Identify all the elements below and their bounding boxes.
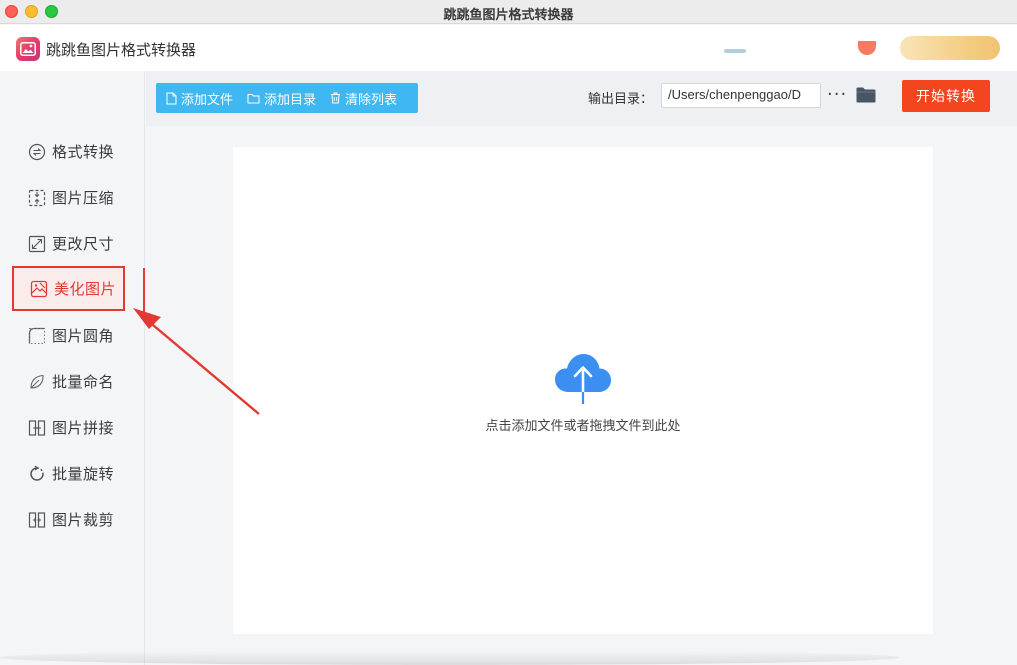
clear-list-label: 清除列表 [345, 92, 398, 108]
trash-icon [331, 92, 341, 104]
annotation-arrow-icon [133, 308, 260, 415]
sidebar-item-label: 批量旋转 [52, 465, 115, 483]
drop-zone-hint: 点击添加文件或者拖拽文件到此处 [485, 419, 681, 434]
header-decoration [724, 49, 746, 53]
output-dir-field[interactable]: /Users/chenpenggao/D [661, 83, 821, 108]
resize-icon [28, 235, 46, 253]
swap-circle-icon [28, 143, 46, 161]
file-icon [166, 92, 177, 104]
app-header: 跳跳鱼图片格式转换器 [0, 25, 1017, 71]
sidebar-item-stitch[interactable]: 图片拼接 [12, 405, 125, 450]
rotate-icon [28, 465, 46, 483]
beautify-image-icon [30, 280, 48, 298]
sidebar-item-batch-rotate[interactable]: 批量旋转 [12, 451, 125, 496]
sidebar-item-label: 更改尺寸 [52, 235, 115, 253]
sidebar-item-label: 图片圆角 [52, 327, 115, 345]
folder-outline-icon [247, 93, 260, 103]
rename-leaf-icon [28, 373, 46, 391]
start-convert-button[interactable]: 开始转换 [902, 80, 990, 112]
add-file-button[interactable]: 添加文件 [166, 89, 233, 108]
add-folder-label: 添加目录 [264, 92, 317, 108]
app-logo-icon [16, 37, 40, 61]
stitch-icon [28, 419, 46, 437]
cloud-upload-icon [555, 354, 611, 404]
sidebar-item-label: 图片裁剪 [52, 511, 115, 529]
sidebar-item-label: 图片拼接 [52, 419, 115, 437]
compress-icon [28, 189, 46, 207]
header-decoration [858, 41, 876, 55]
file-drop-zone[interactable]: 点击添加文件或者拖拽文件到此处 [233, 147, 933, 634]
window-title: 跳跳鱼图片格式转换器 [443, 8, 574, 23]
output-dir-label: 输出目录： [588, 92, 654, 107]
sidebar-item-label: 格式转换 [52, 143, 115, 161]
sidebar-item-beautify[interactable]: 美化图片 [12, 266, 125, 311]
sidebar: 格式转换 图片压缩 更改尺寸 美化图片 图片圆角 批量命名 图片拼接 批量旋转 … [0, 71, 145, 665]
sidebar-item-format-convert[interactable]: 格式转换 [12, 129, 125, 174]
app-window: 跳跳鱼图片格式转换器 跳跳鱼图片格式转换器 格式转换 图片压缩 更改尺寸 美化图… [0, 0, 1017, 665]
sidebar-item-label: 批量命名 [52, 373, 115, 391]
title-bar: 跳跳鱼图片格式转换器 [0, 0, 1017, 24]
main-area: 点击添加文件或者拖拽文件到此处 [146, 126, 1017, 665]
sidebar-item-crop[interactable]: 图片裁剪 [12, 497, 125, 542]
clear-list-button[interactable]: 清除列表 [330, 89, 397, 108]
app-name: 跳跳鱼图片格式转换器 [46, 41, 197, 59]
add-file-label: 添加文件 [181, 92, 234, 108]
sidebar-item-resize[interactable]: 更改尺寸 [12, 221, 125, 266]
sidebar-item-compress[interactable]: 图片压缩 [12, 175, 125, 220]
sidebar-item-label: 美化图片 [54, 280, 117, 298]
toolbar: 添加文件 添加目录 清除列表 输出目录： /Users/chenpenggao/… [146, 71, 1017, 126]
sidebar-item-batch-rename[interactable]: 批量命名 [12, 359, 125, 404]
rounded-corner-icon [28, 327, 46, 345]
sidebar-item-rounded-corner[interactable]: 图片圆角 [12, 313, 125, 358]
more-options-button[interactable]: ··· [827, 84, 847, 105]
bottom-shadow [0, 650, 900, 665]
add-folder-button[interactable]: 添加目录 [247, 89, 316, 108]
file-button-group: 添加文件 添加目录 清除列表 [156, 83, 418, 113]
vip-badge-button[interactable] [900, 36, 1000, 60]
crop-icon [28, 511, 46, 529]
open-folder-icon[interactable] [856, 87, 876, 107]
sidebar-item-label: 图片压缩 [52, 189, 115, 207]
